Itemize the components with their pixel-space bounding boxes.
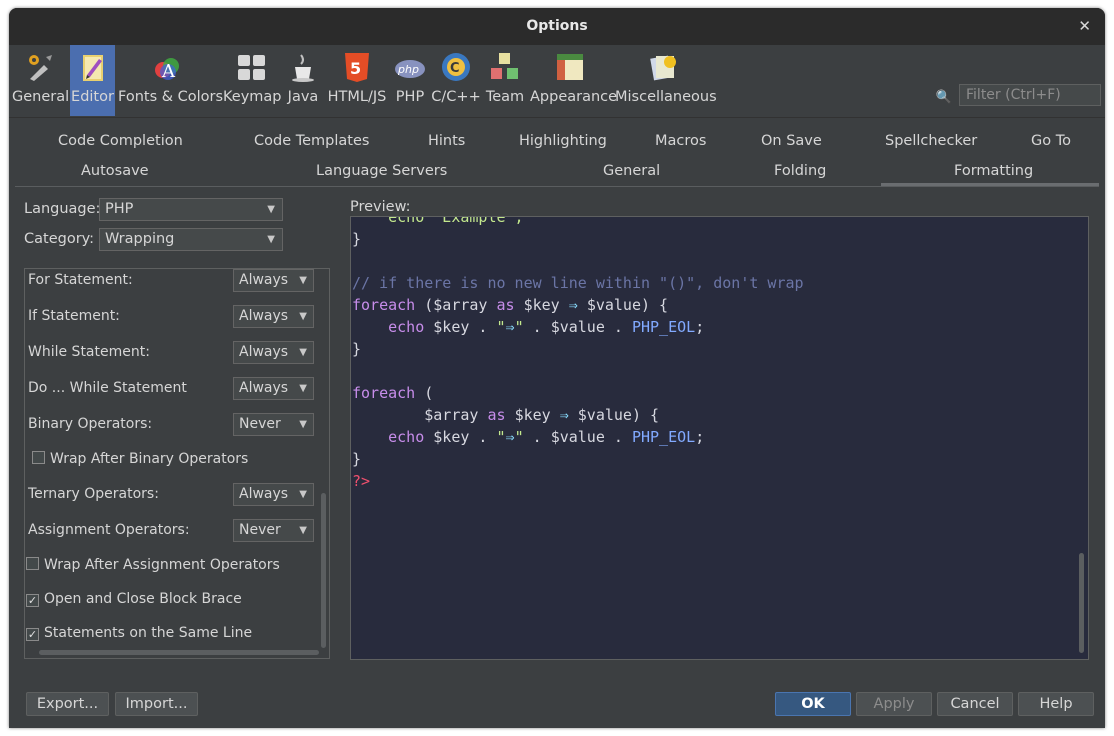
tab-autosave[interactable]: Autosave (81, 163, 149, 179)
toolbar-keymap[interactable]: Keymap (223, 45, 282, 116)
tab-code-completion[interactable]: Code Completion (58, 133, 183, 149)
option-label: Ternary Operators: (28, 486, 159, 502)
filter-input[interactable]: Filter (Ctrl+F) (959, 84, 1101, 106)
chevron-down-icon: ▼ (267, 204, 275, 215)
active-tab-indicator (881, 183, 1099, 186)
option-label: Do ... While Statement (28, 380, 187, 396)
php-icon: php (395, 60, 425, 78)
miscellaneous-icon (650, 55, 676, 81)
category-toolbar: General Editor A Fonts & Colors Keymap J… (9, 45, 1105, 117)
wrap-after-assignment-checkbox[interactable]: Wrap After Assignment Operators (26, 557, 280, 573)
option-label: Assignment Operators: (28, 522, 190, 538)
code-text: echo "Example"; } // if there is no new … (352, 216, 804, 490)
language-select[interactable]: PHP ▼ (99, 198, 283, 221)
category-select[interactable]: Wrapping ▼ (99, 228, 283, 251)
tab-macros[interactable]: Macros (655, 133, 706, 149)
option-label: For Statement: (28, 272, 133, 288)
binary-operators-select[interactable]: Never ▼ (233, 413, 314, 436)
wrap-after-binary-checkbox[interactable]: Wrap After Binary Operators (32, 451, 248, 467)
ternary-operators-select[interactable]: Always ▼ (233, 483, 314, 506)
tab-general[interactable]: General (603, 163, 660, 179)
html5-icon: 5 (345, 53, 369, 82)
option-label: While Statement: (28, 344, 150, 360)
cpp-icon: C (442, 53, 470, 81)
chevron-down-icon: ▼ (299, 419, 307, 430)
java-cup-icon (292, 54, 314, 82)
export-button[interactable]: Export... (26, 692, 109, 716)
search-icon: 🔍 (935, 90, 952, 105)
code-preview: echo "Example"; } // if there is no new … (350, 216, 1089, 660)
toolbar-cpp[interactable]: C C/C++ (431, 45, 481, 116)
preview-scrollbar[interactable] (1079, 553, 1084, 653)
checkmark-icon[interactable]: ✓ (26, 628, 39, 641)
ok-button[interactable]: OK (775, 692, 851, 716)
chevron-down-icon: ▼ (299, 311, 307, 322)
preview-label: Preview: (350, 199, 411, 215)
toolbar-miscellaneous[interactable]: Miscellaneous (615, 45, 717, 116)
options-dialog: Options ✕ General Editor A Fonts & Color… (9, 8, 1105, 728)
assignment-operators-select[interactable]: Never ▼ (233, 519, 314, 542)
svg-text:php: php (397, 63, 419, 76)
chevron-down-icon: ▼ (299, 525, 307, 536)
svg-text:C: C (450, 61, 460, 76)
editor-pencil-icon (82, 55, 103, 81)
tab-hints[interactable]: Hints (428, 133, 465, 149)
tab-go-to[interactable]: Go To (1031, 133, 1071, 149)
toolbar-general[interactable]: General (12, 45, 69, 116)
option-label: If Statement: (28, 308, 120, 324)
toolbar-appearance[interactable]: Appearance (530, 45, 617, 116)
language-label: Language: (24, 201, 101, 217)
title-bar: Options ✕ (9, 8, 1105, 45)
appearance-icon (557, 54, 583, 80)
checkbox-unchecked[interactable] (32, 451, 45, 464)
toolbar-editor[interactable]: Editor (70, 45, 115, 116)
fonts-colors-icon: A (155, 58, 179, 82)
cancel-button[interactable]: Cancel (937, 692, 1013, 716)
checkbox-unchecked[interactable] (26, 557, 39, 570)
toolbar-separator (9, 117, 1105, 118)
do-while-statement-select[interactable]: Always ▼ (233, 377, 314, 400)
options-vertical-scrollbar[interactable] (321, 493, 326, 648)
chevron-down-icon: ▼ (299, 347, 307, 358)
close-icon[interactable]: ✕ (1078, 17, 1091, 35)
chevron-down-icon: ▼ (299, 275, 307, 286)
tab-spellchecker[interactable]: Spellchecker (885, 133, 977, 149)
wrapping-options-panel: For Statement: Always ▼ If Statement: Alw… (24, 268, 330, 659)
svg-text:A: A (161, 61, 176, 82)
help-button[interactable]: Help (1018, 692, 1094, 716)
toolbar-fonts-colors[interactable]: A Fonts & Colors (118, 45, 223, 116)
toolbar-php[interactable]: php PHP (392, 45, 428, 116)
for-statement-select[interactable]: Always ▼ (233, 269, 314, 292)
toolbar-java[interactable]: Java (285, 45, 321, 116)
tab-highlighting[interactable]: Highlighting (519, 133, 607, 149)
chevron-down-icon: ▼ (267, 234, 275, 245)
tab-language-servers[interactable]: Language Servers (316, 163, 447, 179)
tab-on-save[interactable]: On Save (761, 133, 822, 149)
statements-same-line-checkbox[interactable]: ✓ Statements on the Same Line (26, 625, 252, 641)
svg-text:5: 5 (350, 59, 361, 78)
option-label: Binary Operators: (28, 416, 153, 432)
open-close-brace-checkbox[interactable]: ✓ Open and Close Block Brace (26, 591, 242, 607)
toolbar-team[interactable]: Team (484, 45, 526, 116)
keymap-icon (238, 55, 265, 80)
chevron-down-icon: ▼ (299, 489, 307, 500)
team-cubes-icon (491, 53, 518, 79)
tab-formatting[interactable]: Formatting (954, 163, 1033, 179)
while-statement-select[interactable]: Always ▼ (233, 341, 314, 364)
toolbar-htmljs[interactable]: 5 HTML/JS (325, 45, 389, 116)
tab-code-templates[interactable]: Code Templates (254, 133, 369, 149)
tab-underline (15, 186, 1099, 187)
options-horizontal-scrollbar[interactable] (39, 650, 319, 655)
chevron-down-icon: ▼ (299, 383, 307, 394)
tab-folding[interactable]: Folding (774, 163, 826, 179)
checkmark-icon[interactable]: ✓ (26, 594, 39, 607)
general-tools-icon (28, 55, 52, 81)
category-label: Category: (24, 231, 95, 247)
apply-button[interactable]: Apply (856, 692, 932, 716)
import-button[interactable]: Import... (115, 692, 198, 716)
window-title: Options (526, 18, 588, 34)
if-statement-select[interactable]: Always ▼ (233, 305, 314, 328)
